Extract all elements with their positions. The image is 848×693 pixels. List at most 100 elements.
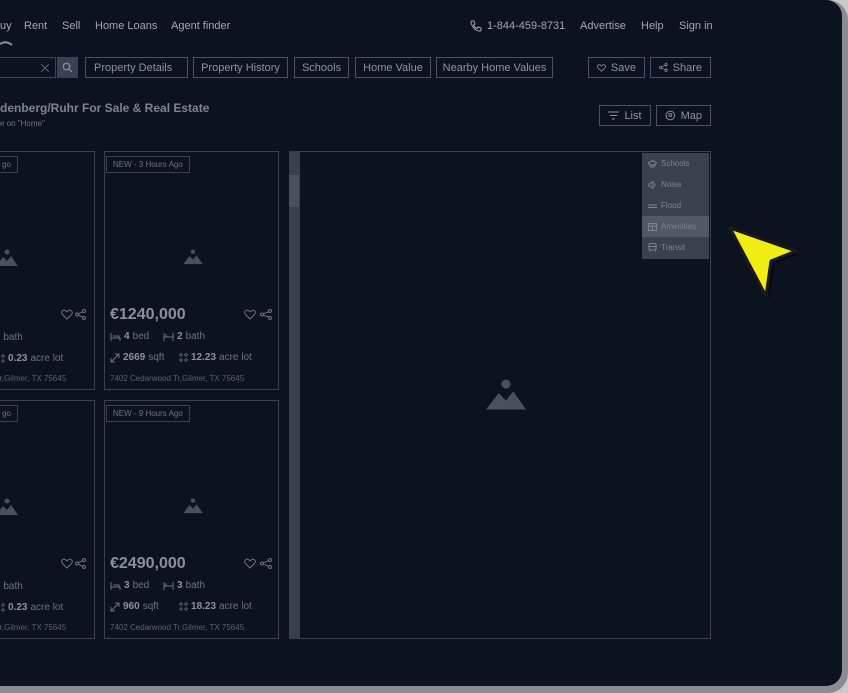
layer-schools-label: Schools <box>661 159 690 168</box>
heart-icon <box>597 63 606 72</box>
nav-advertise[interactable]: Advertise <box>580 20 626 32</box>
tab-home-value[interactable]: Home Value <box>355 57 431 78</box>
listing-sqft: 2669 sqft <box>110 352 164 363</box>
list-label: List <box>624 109 642 122</box>
lot-unit: acre lot <box>30 353 64 364</box>
beds-value: 4 <box>124 331 130 342</box>
lot-value: 18.23 <box>191 601 217 612</box>
transit-icon <box>648 243 657 252</box>
listing-baths: 2 bath <box>163 331 205 342</box>
bath-icon <box>163 332 174 341</box>
layer-transit-label: Transit <box>661 243 686 252</box>
area-icon <box>110 602 120 611</box>
listing-lot: 0.23 acre lot <box>0 353 63 364</box>
layer-flood-label: Flood <box>661 201 682 210</box>
listing-card[interactable]: go 2 bath 0.23 acre lot Tr,Gilmer, TX 75… <box>0 400 95 639</box>
listing-card[interactable]: NEW - 3 Hours Ago €1240,000 4 bed 2 bath… <box>104 151 279 390</box>
page-title: denberg/Ruhr For Sale & Real Estate <box>0 101 210 115</box>
sqft-unit: sqft <box>148 352 165 363</box>
listing-badge: go <box>0 405 18 422</box>
map-view-button[interactable]: Map <box>656 105 711 126</box>
listing-sqft: 960 sqft <box>110 601 159 612</box>
beds-unit: bed <box>132 331 150 342</box>
map-layer-menu: Schools Noise Flood Amenities Transit <box>642 153 709 259</box>
search-button[interactable] <box>57 57 78 78</box>
layer-noise[interactable]: Noise <box>642 174 709 195</box>
favorite-share-icons[interactable] <box>61 309 87 320</box>
map-pin-icon <box>665 110 676 121</box>
phone-icon <box>470 20 482 32</box>
listing-beds: 4 bed <box>110 331 149 342</box>
listing-lot: 18.23 acre lot <box>179 601 252 612</box>
listing-lot: 12.23 acre lot <box>179 352 252 363</box>
lot-icon <box>179 602 188 611</box>
listing-address: 7402 Cedarwood Tr,Gilmer, TX 75645 <box>110 374 245 383</box>
lot-icon <box>179 353 188 362</box>
page-subtitle: e on "Home" <box>0 119 45 128</box>
listing-baths: 2 bath <box>0 332 23 343</box>
listing-address: Tr,Gilmer, TX 75645 <box>0 623 67 632</box>
nav-agent-finder[interactable]: Agent finder <box>171 20 230 32</box>
baths-unit: bath <box>185 580 206 591</box>
favorite-share-icons[interactable] <box>244 309 274 320</box>
image-placeholder-icon <box>183 498 203 514</box>
lot-unit: acre lot <box>30 602 64 613</box>
clear-icon[interactable] <box>41 64 49 72</box>
nav-sign-in[interactable]: Sign in <box>679 20 713 32</box>
map-image-placeholder-icon <box>486 379 526 410</box>
phone-number: 1-844-459-8731 <box>487 20 566 32</box>
filter-lines-icon <box>608 111 620 120</box>
image-placeholder-icon <box>0 498 18 515</box>
beds-value: 3 <box>124 580 130 591</box>
image-placeholder-icon <box>183 249 203 265</box>
listing-badge: NEW - 3 Hours Ago <box>106 156 190 173</box>
listing-badge: NEW - 9 Hours Ago <box>106 405 190 422</box>
layer-amenities-label: Amenities <box>661 222 697 231</box>
save-button[interactable]: Save <box>588 57 645 78</box>
list-view-button[interactable]: List <box>599 105 651 126</box>
lot-icon <box>0 603 5 612</box>
nav-help[interactable]: Help <box>641 20 664 32</box>
tab-nearby-home-values[interactable]: Nearby Home Values <box>436 57 553 78</box>
listing-price: €2490,000 <box>110 555 186 572</box>
phone-link[interactable]: 1-844-459-8731 <box>470 20 565 32</box>
tab-property-history[interactable]: Property History <box>193 57 288 78</box>
nav-sell[interactable]: Sell <box>62 20 80 32</box>
listing-baths: 3 bath <box>163 580 205 591</box>
app-window: uy Rent Sell Home Loans Agent finder 1-8… <box>0 0 842 686</box>
favorite-share-icons[interactable] <box>61 558 87 569</box>
logo-fragment-icon <box>0 41 13 46</box>
nav-home-loans[interactable]: Home Loans <box>95 20 157 32</box>
share-label: Share <box>672 61 702 74</box>
listing-card[interactable]: go 2 bath 0.23 acre lot Tr,Gilmer, TX 75… <box>0 151 95 390</box>
listing-address: Tr,Gilmer, TX 75645 <box>0 374 67 383</box>
share-button[interactable]: Share <box>650 57 711 78</box>
school-icon <box>648 159 657 168</box>
favorite-share-icons[interactable] <box>244 558 274 569</box>
listing-card[interactable]: NEW - 9 Hours Ago €2490,000 3 bed 3 bath… <box>104 400 279 639</box>
listing-beds: 3 bed <box>110 580 149 591</box>
bed-icon <box>110 332 121 341</box>
listing-baths: 2 bath <box>0 581 23 592</box>
listing-scrollbar[interactable] <box>289 151 299 639</box>
lot-value: 12.23 <box>191 352 217 363</box>
image-placeholder-icon <box>0 249 18 266</box>
nav-buy[interactable]: uy <box>0 20 12 32</box>
amenities-icon <box>648 222 657 231</box>
sqft-unit: sqft <box>142 601 159 612</box>
area-icon <box>110 353 120 362</box>
share-icon <box>659 63 668 72</box>
scrollbar-thumb[interactable] <box>289 175 299 207</box>
baths-value: 3 <box>177 580 183 591</box>
baths-unit: bath <box>185 331 206 342</box>
layer-schools[interactable]: Schools <box>642 153 709 174</box>
layer-transit[interactable]: Transit <box>642 237 709 258</box>
layer-amenities[interactable]: Amenities <box>642 216 709 237</box>
mouse-cursor-icon <box>728 226 799 299</box>
layer-flood[interactable]: Flood <box>642 195 709 216</box>
tab-property-details[interactable]: Property Details <box>85 57 188 78</box>
tab-schools[interactable]: Schools <box>294 57 349 78</box>
lot-unit: acre lot <box>219 601 252 612</box>
nav-rent[interactable]: Rent <box>24 20 47 32</box>
search-input[interactable] <box>0 57 56 78</box>
